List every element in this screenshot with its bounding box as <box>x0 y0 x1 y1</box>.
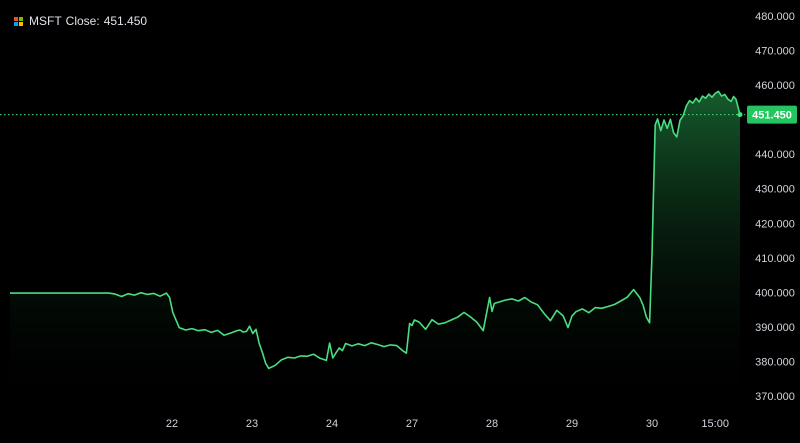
y-tick-label: 390.000 <box>755 322 795 334</box>
y-tick-label: 420.000 <box>755 218 795 230</box>
y-tick-label: 440.000 <box>755 149 795 161</box>
x-tick-label: 29 <box>566 418 578 430</box>
microsoft-logo-icon <box>14 16 23 26</box>
symbol-name: MSFT <box>29 14 62 28</box>
y-tick-label: 410.000 <box>755 253 795 265</box>
last-price-dot <box>737 112 743 118</box>
symbol-legend: MSFT Close: 451.450 <box>14 14 147 28</box>
legend-label: Close: <box>65 14 100 28</box>
y-tick-label: 470.000 <box>755 46 795 58</box>
price-chart[interactable]: 370.000 380.000 390.000 400.000 410.000 420.0… <box>0 0 800 443</box>
x-tick-label: 24 <box>326 418 338 430</box>
y-tick-label: 460.000 <box>755 80 795 92</box>
y-tick-label: 370.000 <box>755 391 795 403</box>
last-price-label: 451.450 <box>752 110 792 122</box>
y-tick-label: 400.000 <box>755 287 795 299</box>
x-tick-label: 30 <box>646 418 658 430</box>
x-tick-label: 15:00 <box>701 418 729 430</box>
x-tick-label: 27 <box>406 418 418 430</box>
x-tick-label: 28 <box>486 418 498 430</box>
y-tick-label: 430.000 <box>755 184 795 196</box>
x-tick-label: 22 <box>166 418 178 430</box>
close-price-value: 451.450 <box>103 14 148 28</box>
y-tick-label: 480.000 <box>755 11 795 23</box>
y-tick-label: 380.000 <box>755 356 795 368</box>
x-tick-label: 23 <box>246 418 258 430</box>
